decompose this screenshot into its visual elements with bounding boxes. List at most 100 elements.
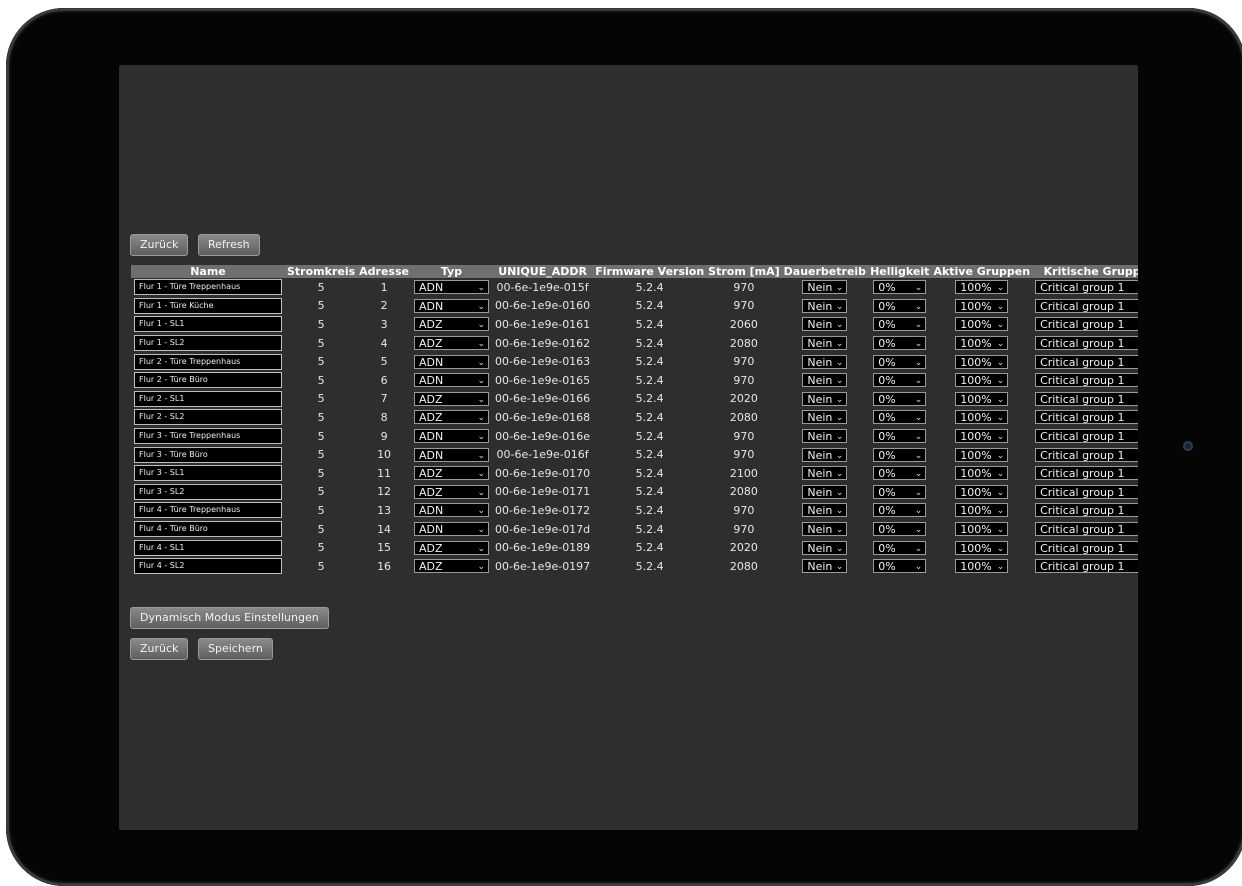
back-button-top[interactable]: Zurück [130,234,189,256]
helligkeit-select[interactable]: 0% ⌄ [873,336,927,351]
aktive-gruppen-select[interactable]: 100% ⌄ [955,503,1009,518]
helligkeit-select[interactable]: 0% ⌄ [873,373,927,388]
name-input[interactable]: Flur 3 - SL1 [134,465,282,482]
typ-select[interactable]: ADZ ⌄ [413,317,489,332]
dauerbetreib-select[interactable]: Nein ⌄ [802,373,848,388]
kritische-gruppe-select[interactable]: Critical group 1⌄ [1035,429,1138,444]
dauerbetreib-select[interactable]: Nein ⌄ [802,317,848,332]
dauerbetreib-select[interactable]: Nein ⌄ [802,280,848,295]
name-input[interactable]: Flur 3 - Türe Treppenhaus [134,428,282,445]
name-input[interactable]: Flur 4 - Türe Büro [134,521,282,538]
dauerbetreib-select[interactable]: Nein ⌄ [802,522,848,537]
typ-select[interactable]: ADN ⌄ [413,298,489,313]
save-button[interactable]: Speichern [198,638,273,660]
kritische-gruppe-select[interactable]: Critical group 1⌄ [1035,540,1138,555]
aktive-gruppen-select[interactable]: 100% ⌄ [955,410,1009,425]
dauerbetreib-select[interactable]: Nein ⌄ [802,429,848,444]
typ-select[interactable]: ADN ⌄ [413,447,489,462]
dauerbetreib-select[interactable]: Nein ⌄ [802,336,848,351]
dauerbetreib-select[interactable]: Nein ⌄ [802,298,848,313]
kritische-gruppe-select[interactable]: Critical group 1⌄ [1035,559,1138,574]
typ-select[interactable]: ADZ ⌄ [413,391,489,406]
kritische-gruppe-select[interactable]: Critical group 1⌄ [1035,280,1138,295]
helligkeit-select[interactable]: 0% ⌄ [873,410,927,425]
kritische-gruppe-select[interactable]: Critical group 1⌄ [1035,391,1138,406]
dauerbetreib-select[interactable]: Nein ⌄ [802,410,848,425]
name-input[interactable]: Flur 2 - SL2 [134,409,282,426]
dauerbetreib-select[interactable]: Nein ⌄ [802,391,848,406]
name-input[interactable]: Flur 2 - SL1 [134,390,282,407]
helligkeit-select[interactable]: 0% ⌄ [873,503,927,518]
dauerbetreib-select[interactable]: Nein ⌄ [802,354,848,369]
dauerbetreib-select[interactable]: Nein ⌄ [802,559,848,574]
refresh-button[interactable]: Refresh [198,234,260,256]
kritische-gruppe-select[interactable]: Critical group 1⌄ [1035,354,1138,369]
dauerbetreib-select[interactable]: Nein ⌄ [802,447,848,462]
aktive-gruppen-select[interactable]: 100% ⌄ [955,280,1009,295]
dauerbetreib-select[interactable]: Nein ⌄ [802,540,848,555]
helligkeit-select[interactable]: 0% ⌄ [873,429,927,444]
kritische-gruppe-select[interactable]: Critical group 1⌄ [1035,503,1138,518]
name-input[interactable]: Flur 2 - Türe Treppenhaus [134,353,282,370]
aktive-gruppen-select[interactable]: 100% ⌄ [955,317,1009,332]
aktive-gruppen-select[interactable]: 100% ⌄ [955,540,1009,555]
kritische-gruppe-select[interactable]: Critical group 1⌄ [1035,336,1138,351]
typ-select[interactable]: ADN ⌄ [413,354,489,369]
aktive-gruppen-select[interactable]: 100% ⌄ [955,522,1009,537]
name-input[interactable]: Flur 1 - SL1 [134,316,282,333]
typ-select[interactable]: ADZ ⌄ [413,540,489,555]
name-input[interactable]: Flur 1 - Türe Treppenhaus [134,279,282,296]
kritische-gruppe-select[interactable]: Critical group 1⌄ [1035,447,1138,462]
helligkeit-select[interactable]: 0% ⌄ [873,354,927,369]
aktive-gruppen-select[interactable]: 100% ⌄ [955,336,1009,351]
aktive-gruppen-select[interactable]: 100% ⌄ [955,298,1009,313]
kritische-gruppe-select[interactable]: Critical group 1⌄ [1035,373,1138,388]
helligkeit-select[interactable]: 0% ⌄ [873,484,927,499]
aktive-gruppen-select[interactable]: 100% ⌄ [955,373,1009,388]
helligkeit-select[interactable]: 0% ⌄ [873,391,927,406]
kritische-gruppe-select[interactable]: Critical group 1⌄ [1035,410,1138,425]
kritische-gruppe-select[interactable]: Critical group 1⌄ [1035,466,1138,481]
name-input[interactable]: Flur 1 - Türe Küche [134,297,282,314]
helligkeit-select[interactable]: 0% ⌄ [873,559,927,574]
aktive-gruppen-select[interactable]: 100% ⌄ [955,559,1009,574]
helligkeit-select[interactable]: 0% ⌄ [873,466,927,481]
typ-select[interactable]: ADZ ⌄ [413,466,489,481]
dauerbetreib-select[interactable]: Nein ⌄ [802,503,848,518]
helligkeit-select[interactable]: 0% ⌄ [873,317,927,332]
helligkeit-select[interactable]: 0% ⌄ [873,298,927,313]
kritische-gruppe-select[interactable]: Critical group 1⌄ [1035,522,1138,537]
name-input[interactable]: Flur 4 - SL2 [134,558,282,575]
aktive-gruppen-select[interactable]: 100% ⌄ [955,447,1009,462]
dauerbetreib-select[interactable]: Nein ⌄ [802,484,848,499]
helligkeit-select[interactable]: 0% ⌄ [873,447,927,462]
typ-select[interactable]: ADN ⌄ [413,503,489,518]
helligkeit-select[interactable]: 0% ⌄ [873,280,927,295]
helligkeit-select[interactable]: 0% ⌄ [873,522,927,537]
dauerbetreib-select[interactable]: Nein ⌄ [802,466,848,481]
dynamic-mode-settings-button[interactable]: Dynamisch Modus Einstellungen [130,607,329,629]
name-input[interactable]: Flur 3 - Türe Büro [134,446,282,463]
typ-select[interactable]: ADN ⌄ [413,522,489,537]
back-button-bottom[interactable]: Zurück [130,638,189,660]
aktive-gruppen-select[interactable]: 100% ⌄ [955,484,1009,499]
typ-select[interactable]: ADN ⌄ [413,280,489,295]
name-input[interactable]: Flur 4 - SL1 [134,539,282,556]
name-input[interactable]: Flur 2 - Türe Büro [134,372,282,389]
aktive-gruppen-select[interactable]: 100% ⌄ [955,391,1009,406]
typ-select[interactable]: ADN ⌄ [413,429,489,444]
name-input[interactable]: Flur 1 - SL2 [134,335,282,352]
kritische-gruppe-select[interactable]: Critical group 1⌄ [1035,298,1138,313]
aktive-gruppen-select[interactable]: 100% ⌄ [955,466,1009,481]
typ-select[interactable]: ADZ ⌄ [413,336,489,351]
typ-select[interactable]: ADN ⌄ [413,373,489,388]
kritische-gruppe-select[interactable]: Critical group 1⌄ [1035,484,1138,499]
aktive-gruppen-select[interactable]: 100% ⌄ [955,354,1009,369]
name-input[interactable]: Flur 3 - SL2 [134,483,282,500]
typ-select[interactable]: ADZ ⌄ [413,484,489,499]
kritische-gruppe-select[interactable]: Critical group 1⌄ [1035,317,1138,332]
aktive-gruppen-select[interactable]: 100% ⌄ [955,429,1009,444]
typ-select[interactable]: ADZ ⌄ [413,559,489,574]
typ-select[interactable]: ADZ ⌄ [413,410,489,425]
name-input[interactable]: Flur 4 - Türe Treppenhaus [134,502,282,519]
